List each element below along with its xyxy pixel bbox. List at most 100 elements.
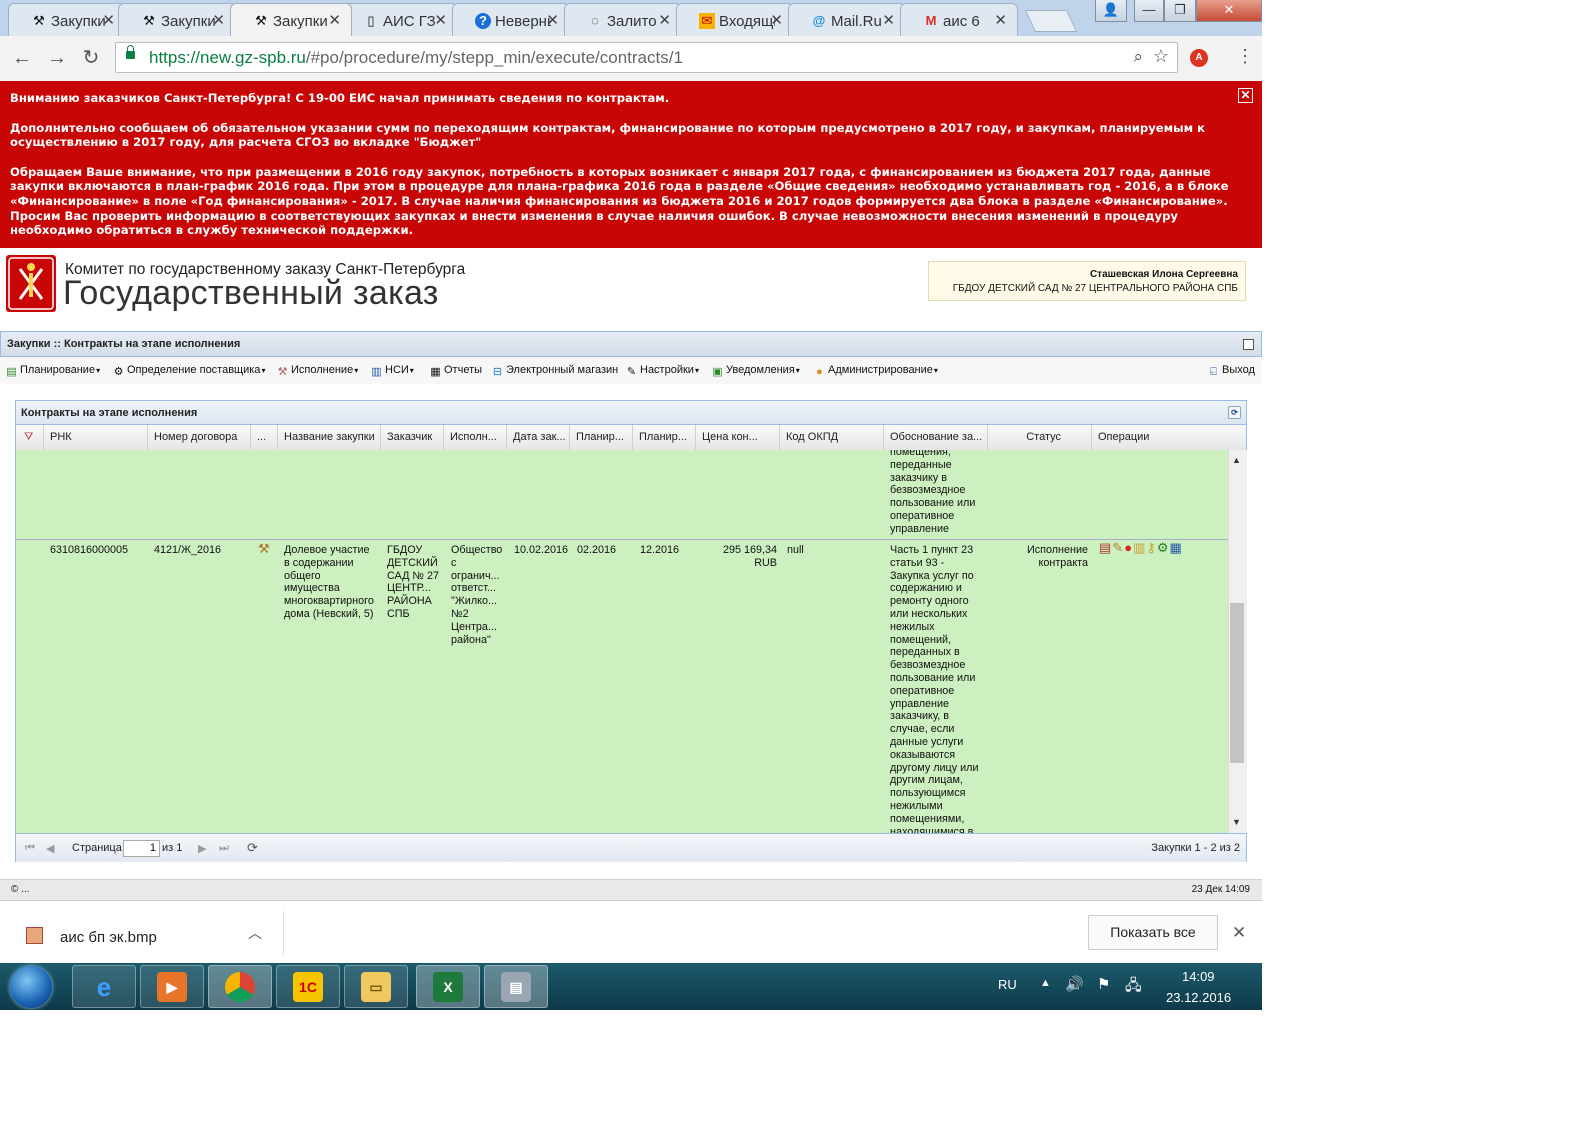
column-header-rnk[interactable]: РНК [44,425,148,450]
zoom-icon[interactable]: ⌕ [1133,47,1143,67]
column-header-name[interactable]: Название закупки [278,425,381,450]
menu-item-eshop[interactable]: ⊟ Электронный магазин [491,364,618,378]
site-brand: Государственный заказ [63,274,439,312]
flag-icon[interactable]: ⚑ [1097,975,1110,993]
browser-tab[interactable]: ? Неверный ✕ [452,3,570,36]
menu-icon[interactable]: ⋮ [1236,46,1254,67]
browser-tab-active[interactable]: ⚒ Закупки ✕ [230,3,352,36]
close-icon[interactable]: ✕ [212,11,225,29]
refresh-icon[interactable]: ⟳ [247,840,258,856]
menu-item-nsi[interactable]: ▥ НСИ▾ [370,364,414,378]
clock-date[interactable]: 23.12.2016 [1166,990,1231,1005]
last-page-icon[interactable]: ⏭ [219,842,229,855]
user-profile-icon[interactable]: 👤 [1095,0,1127,22]
browser-tab[interactable]: M аис 6 ✕ [900,3,1018,36]
column-header-price[interactable]: Цена кон... [696,425,780,450]
edit-icon[interactable]: ✎ [1112,540,1124,555]
star-icon[interactable]: ☆ [1153,46,1169,67]
filter-clear-icon[interactable]: ⛛ [16,425,44,450]
page-number-input[interactable]: 1 [123,840,160,857]
reload-icon[interactable]: ↻ [80,47,102,69]
taskbar-app-excel[interactable]: X [416,965,480,1008]
purchase-name-cell: Долевое участие в содержании общего имущ… [284,544,374,620]
table-row[interactable]: 6310816000005 4121/Ж_2016 ⚒ Долевое учас… [16,539,1228,833]
close-icon[interactable]: ✕ [328,11,341,29]
tray-expand-icon[interactable]: ▲ [1040,977,1051,989]
browser-tab[interactable]: ✉ Входящие ✕ [676,3,794,36]
column-header-date[interactable]: Дата зак... [507,425,570,450]
menu-item-reports[interactable]: ▦ Отчеты [429,364,482,378]
taskbar-app-ie[interactable]: e [72,965,136,1008]
gavel-icon[interactable]: ⚒ [258,542,270,556]
close-window-icon[interactable]: ✕ [1196,0,1262,22]
download-file-name[interactable]: аис бп эк.bmp [60,929,157,946]
prev-page-icon[interactable]: ◀ [46,842,54,855]
column-header-number[interactable]: Номер договора [148,425,251,450]
column-header-operations[interactable]: Операции [1092,425,1246,450]
browser-tab[interactable]: ▯ АИС ГЗ ✕ [340,3,458,36]
chevron-up-icon[interactable]: ︿ [248,923,262,943]
history-icon[interactable]: ▦ [1170,540,1183,555]
browser-tab[interactable]: ⚒ Закупки ✕ [8,3,126,36]
url-input[interactable]: https://new.gz-spb.ru/#po/procedure/my/s… [115,42,1178,73]
close-icon[interactable]: ✕ [770,11,783,29]
back-icon[interactable]: ← [11,47,33,69]
browser-tab[interactable]: @ Mail.Ru ✕ [788,3,906,36]
exit-button[interactable]: ⍇ Выход [1207,364,1255,378]
network-icon[interactable]: 🖧 [1125,975,1142,1000]
scroll-down-icon[interactable]: ▼ [1232,817,1241,827]
chart-icon[interactable]: ▥ [1133,540,1146,555]
close-icon[interactable]: ✕ [546,11,559,29]
close-icon[interactable]: ✕ [658,11,671,29]
show-all-downloads-button[interactable]: Показать все [1088,915,1218,950]
extension-icon[interactable]: A [1190,49,1208,67]
first-page-icon[interactable]: ⏮ [25,842,35,855]
column-header-extra[interactable]: ... [251,425,278,450]
close-icon[interactable]: ✕ [882,11,895,29]
close-icon[interactable]: ✕ [994,11,1007,29]
key-icon[interactable]: ⚷ [1146,540,1157,555]
forward-icon[interactable]: → [46,47,68,69]
language-indicator[interactable]: RU [998,977,1017,992]
menu-item-settings[interactable]: ✎ Настройки▾ [625,364,699,378]
menu-item-supplier[interactable]: ⚙ Определение поставщика▾ [112,364,266,378]
column-header-plan-start[interactable]: Планир... [570,425,633,450]
column-header-okpd[interactable]: Код ОКПД [780,425,884,450]
gear-icon[interactable]: ⚙ [1157,540,1170,555]
windows-start-icon[interactable] [10,966,52,1008]
restore-icon[interactable]: ❐ [1164,0,1196,22]
column-header-status[interactable]: Статус [988,425,1092,450]
grid-scrollbar[interactable]: ▲ ▼ [1228,450,1247,833]
column-header-basis[interactable]: Обоснование за... [884,425,988,450]
menu-item-execution[interactable]: ⚒ Исполнение▾ [276,364,359,378]
scroll-thumb[interactable] [1230,603,1244,763]
stop-icon[interactable]: ● [1124,540,1133,555]
taskbar-app-1c[interactable]: 1С [276,965,340,1008]
minimize-icon[interactable]: — [1134,0,1164,22]
taskbar-app-other[interactable]: ▤ [484,965,548,1008]
browser-tab[interactable]: ⚒ Закупки ✕ [118,3,236,36]
collapse-icon[interactable] [1243,339,1254,350]
volume-icon[interactable]: 🔊 [1065,975,1084,993]
loading-icon: ◌ [591,13,599,28]
taskbar-app-media[interactable]: ▶ [140,965,204,1008]
close-icon[interactable]: ✕ [434,11,447,29]
menu-item-notifications[interactable]: ▣ Уведомления▾ [711,364,800,378]
clock-time[interactable]: 14:09 [1182,969,1215,984]
taskbar-app-explorer[interactable]: ▭ [344,965,408,1008]
column-header-supplier[interactable]: Исполн... [444,425,507,450]
document-icon[interactable]: ▤ [1099,540,1112,555]
scroll-up-icon[interactable]: ▲ [1232,455,1241,465]
new-tab-button[interactable] [1024,10,1078,32]
next-page-icon[interactable]: ▶ [198,842,206,855]
close-icon[interactable]: ✕ [1238,88,1253,103]
taskbar-app-chrome[interactable] [208,965,272,1008]
close-icon[interactable]: ✕ [102,11,115,29]
column-header-customer[interactable]: Заказчик [381,425,444,450]
refresh-icon[interactable]: ⟳ [1228,406,1241,419]
column-header-plan-end[interactable]: Планир... [633,425,696,450]
close-icon[interactable]: ✕ [1232,923,1246,943]
menu-item-planning[interactable]: ▤ Планирование▾ [5,364,100,378]
menu-item-admin[interactable]: ● Администрирование▾ [813,364,938,378]
browser-tab[interactable]: ◌ Залито ✕ [564,3,682,36]
